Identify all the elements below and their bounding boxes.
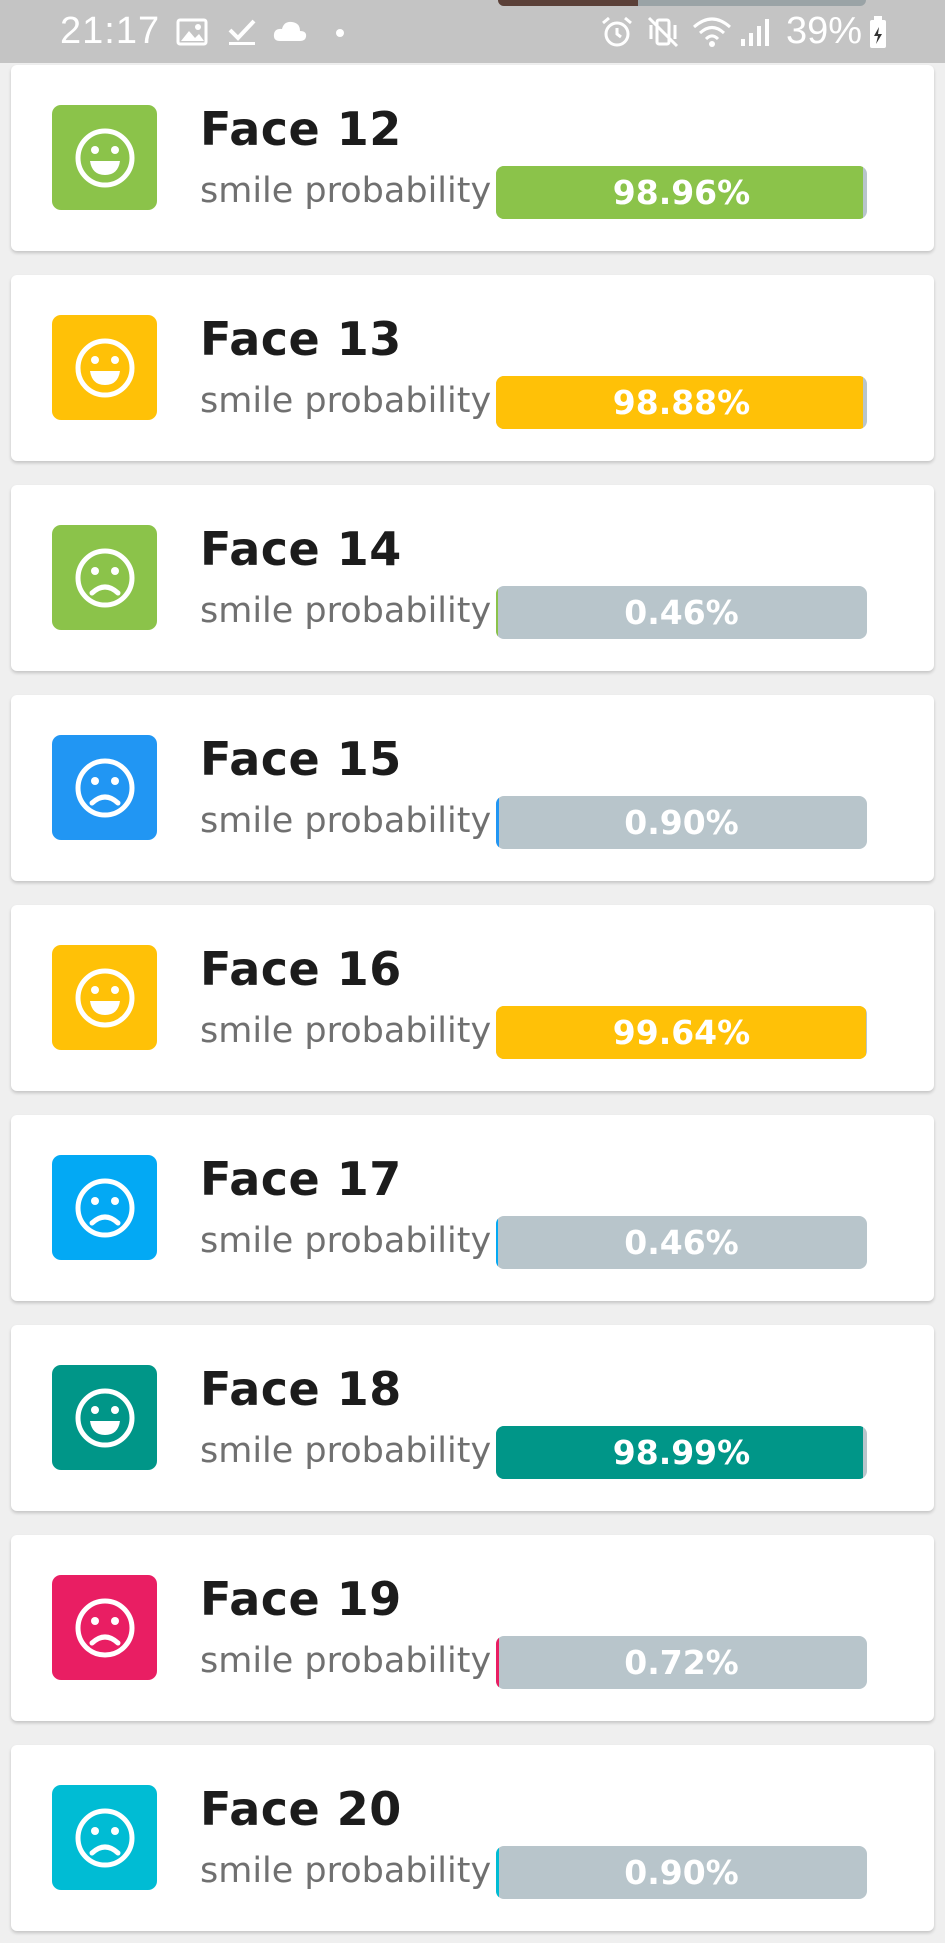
face-card[interactable]: Face 13 smile probability 98.88% (11, 275, 934, 461)
smile-probability-value: 98.88% (612, 383, 751, 422)
face-title: Face 16 (200, 942, 402, 996)
face-card[interactable]: Face 15 smile probability 0.90% (11, 695, 934, 881)
smile-probability-label: smile probability (200, 1221, 492, 1261)
cloud-icon (272, 16, 308, 48)
wifi-icon (692, 16, 732, 48)
smile-probability-label: smile probability (200, 591, 492, 631)
smile-probability-bar: 98.96% (496, 166, 867, 219)
dot-icon (334, 16, 346, 48)
smile-probability-label: smile probability (200, 171, 492, 211)
smile-probability-label: smile probability (200, 801, 492, 841)
smile-probability-value: 0.72% (624, 1643, 739, 1682)
face-title: Face 17 (200, 1152, 402, 1206)
image-icon (176, 16, 208, 48)
smile-probability-value: 98.96% (612, 173, 751, 212)
smile-probability-value: 0.46% (624, 593, 739, 632)
face-title: Face 15 (200, 732, 402, 786)
face-title: Face 12 (200, 102, 402, 156)
smile-probability-bar: 99.64% (496, 1006, 867, 1059)
smiling-face-icon (52, 1365, 157, 1470)
alarm-icon (600, 16, 634, 48)
smile-probability-bar: 0.46% (496, 586, 867, 639)
face-title: Face 20 (200, 1782, 402, 1836)
battery-charging-icon (868, 16, 888, 48)
smile-probability-bar: 98.88% (496, 376, 867, 429)
sad-face-icon (52, 1155, 157, 1260)
face-card[interactable]: Face 18 smile probability 98.99% (11, 1325, 934, 1511)
smile-probability-value: 99.64% (612, 1013, 751, 1052)
face-title: Face 18 (200, 1362, 402, 1416)
smile-probability-bar: 0.90% (496, 1846, 867, 1899)
smile-probability-value: 0.90% (624, 803, 739, 842)
smile-probability-label: smile probability (200, 1011, 492, 1051)
smiling-face-icon (52, 105, 157, 210)
smile-probability-label: smile probability (200, 1851, 492, 1891)
face-title: Face 13 (200, 312, 402, 366)
face-card[interactable]: Face 14 smile probability 0.46% (11, 485, 934, 671)
sad-face-icon (52, 1575, 157, 1680)
sad-face-icon (52, 735, 157, 840)
signal-icon (738, 16, 772, 48)
face-card[interactable]: Face 12 smile probability 98.96% (11, 65, 934, 251)
face-card[interactable]: Face 19 smile probability 0.72% (11, 1535, 934, 1721)
smile-probability-value: 0.46% (624, 1223, 739, 1262)
sad-face-icon (52, 1785, 157, 1890)
face-title: Face 14 (200, 522, 402, 576)
face-card[interactable]: Face 17 smile probability 0.46% (11, 1115, 934, 1301)
smile-probability-label: smile probability (200, 381, 492, 421)
smile-probability-bar: 0.72% (496, 1636, 867, 1689)
face-title: Face 19 (200, 1572, 402, 1626)
smile-probability-bar: 98.99% (496, 1426, 867, 1479)
smile-probability-value: 98.99% (612, 1433, 751, 1472)
smile-probability-bar: 0.90% (496, 796, 867, 849)
vibrate-mute-icon (646, 16, 680, 48)
face-card[interactable]: Face 20 smile probability 0.90% (11, 1745, 934, 1931)
smiling-face-icon (52, 945, 157, 1050)
check-icon (226, 16, 258, 48)
smile-probability-value: 0.90% (624, 1853, 739, 1892)
face-card[interactable]: Face 16 smile probability 99.64% (11, 905, 934, 1091)
battery-percent: 39% (786, 10, 863, 52)
smile-probability-bar: 0.46% (496, 1216, 867, 1269)
smiling-face-icon (52, 315, 157, 420)
status-bar: 21:17 39% (0, 0, 945, 63)
smile-probability-label: smile probability (200, 1431, 492, 1471)
background-progress-peek (498, 0, 866, 6)
smile-probability-label: smile probability (200, 1641, 492, 1681)
sad-face-icon (52, 525, 157, 630)
status-time: 21:17 (60, 10, 161, 52)
